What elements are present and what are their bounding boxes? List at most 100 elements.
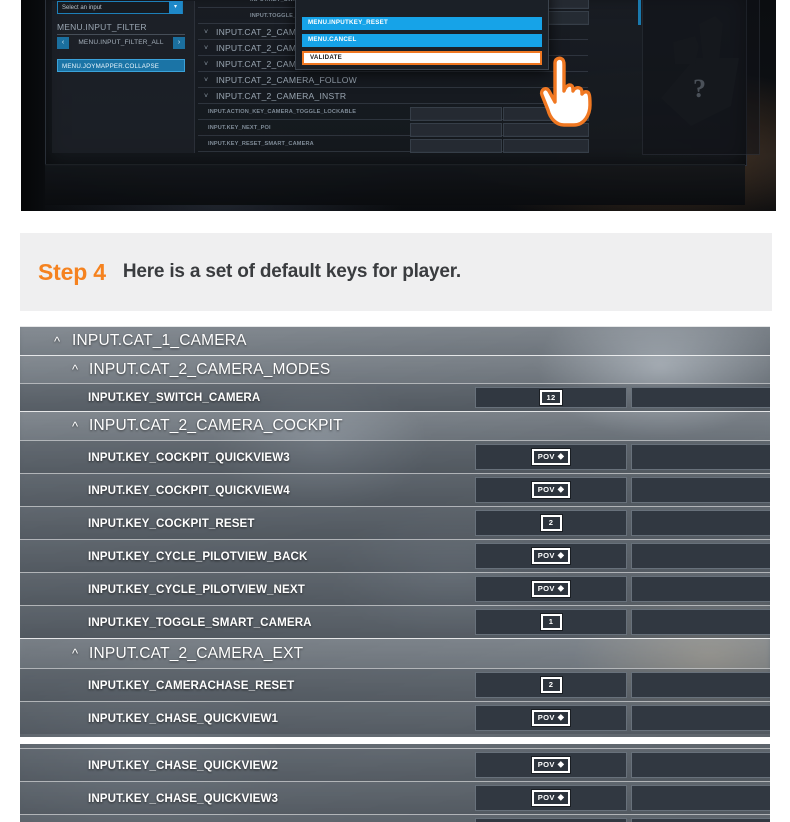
pov-arrow-icon: ◆: [557, 484, 565, 494]
binding-label: INPUT.KEY_TOGGLE_SMART_CAMERA: [88, 615, 312, 629]
binding-cell-primary[interactable]: POV ◆: [475, 576, 627, 602]
binding-cell-primary[interactable]: POV ◆: [475, 444, 627, 470]
pov-badge: POV ◆: [531, 790, 571, 806]
binding-row[interactable]: INPUT.KEY_CHASE_QUICKVIEW3 POV ◆: [20, 781, 770, 814]
pointing-hand-cursor-icon: [538, 55, 596, 127]
pov-arrow-icon: ◆: [557, 759, 565, 769]
binding-label: INPUT.KEY_COCKPIT_QUICKVIEW3: [88, 450, 290, 464]
category-row[interactable]: ^ INPUT.CAT_2_CAMERA_COCKPIT: [20, 411, 770, 440]
binding-row[interactable]: INPUT.KEY_COCKPIT_QUICKVIEW4 POV ◆: [20, 473, 770, 506]
pov-arrow-icon: ◆: [557, 451, 565, 461]
binding-row[interactable]: [20, 814, 770, 822]
popup-cancel-button[interactable]: MENU.CANCEL: [302, 34, 542, 47]
row-binding-cell-1[interactable]: [410, 106, 502, 121]
chevron-right-icon[interactable]: ›: [173, 37, 185, 49]
binding-cell-primary[interactable]: POV ◆: [475, 752, 627, 778]
step-description: Here is a set of default keys for player…: [122, 261, 461, 282]
step-number: Step 4: [38, 258, 106, 285]
pov-arrow-icon: ◆: [557, 712, 565, 722]
binding-cell-secondary[interactable]: [631, 576, 770, 602]
category-row[interactable]: ^ INPUT.CAT_1_CAMERA: [20, 326, 770, 355]
binding-cell-secondary[interactable]: [631, 510, 770, 536]
binding-label: INPUT.KEY_CYCLE_PILOTVIEW_NEXT: [88, 582, 305, 596]
binding-row[interactable]: INPUT.KEY_COCKPIT_QUICKVIEW3 POV ◆: [20, 440, 770, 473]
binding-label: INPUT.KEY_CYCLE_PILOTVIEW_BACK: [88, 549, 308, 563]
input-filter-stepper[interactable]: ‹ MENU.INPUT_FILTER_ALL ›: [57, 37, 185, 49]
step-banner: Step 4 Here is a set of default keys for…: [20, 233, 772, 311]
input-select[interactable]: Select an input ▾: [57, 1, 183, 14]
binding-cell-primary[interactable]: POV ◆: [475, 705, 627, 731]
key-badge: 12: [540, 389, 562, 406]
pov-badge: POV ◆: [531, 548, 571, 564]
binding-cell-primary[interactable]: POV ◆: [475, 543, 627, 569]
joymapper-collapse-button[interactable]: MENU.JOYMAPPER.COLLAPSE: [57, 59, 185, 72]
row-label: INPUT.ACTION_KEY_CAMERA_TOGGLE_LOCKABLE: [208, 109, 357, 115]
binding-row[interactable]: INPUT.KEY_CYCLE_PILOTVIEW_NEXT POV ◆: [20, 572, 770, 605]
key-bindings-panel: ^ INPUT.CAT_1_CAMERA ^ INPUT.CAT_2_CAMER…: [20, 326, 770, 737]
pov-badge-text: POV: [537, 760, 555, 770]
binding-cell-secondary[interactable]: [631, 543, 770, 569]
popup-validate-button[interactable]: VALIDATE: [302, 51, 542, 65]
list-item[interactable]: ˅ INPUT.CAT_2_CAMERA_INSTR: [198, 89, 588, 105]
binding-cell-primary[interactable]: 1: [475, 609, 627, 635]
chevron-up-icon[interactable]: ^: [68, 356, 82, 383]
chevron-up-icon[interactable]: ^: [68, 412, 82, 440]
binding-cell-primary[interactable]: POV ◆: [475, 477, 627, 503]
binding-row[interactable]: INPUT.KEY_CHASE_QUICKVIEW1 POV ◆: [20, 701, 770, 734]
binding-cell-primary[interactable]: 2: [475, 672, 627, 698]
binding-cell-primary[interactable]: POV ◆: [475, 785, 627, 811]
binding-label: INPUT.KEY_CHASE_QUICKVIEW1: [88, 711, 279, 725]
binding-cell-primary[interactable]: 2: [475, 510, 627, 536]
row-label: INPUT.KEY_RESET_SMART_CAMERA: [208, 141, 314, 147]
list-item[interactable]: INPUT.ACTION_KEY_CAMERA_TOGGLE_LOCKABLE: [198, 105, 589, 121]
binding-cell-secondary[interactable]: [631, 705, 770, 731]
key-badge: 2: [540, 515, 562, 531]
category-label: INPUT.CAT_2_CAMERA_MODES: [89, 360, 331, 378]
row-binding-cell-1[interactable]: [410, 138, 502, 153]
pov-badge-text: POV: [537, 793, 555, 803]
binding-cell-secondary[interactable]: [631, 444, 770, 470]
pov-arrow-icon: ◆: [557, 550, 565, 560]
game-screenshot: Select an input ▾ MENU.INPUT_FILTER ‹ ME…: [21, 0, 776, 211]
category-row[interactable]: ^ INPUT.CAT_2_CAMERA_EXT: [20, 638, 770, 668]
binding-cell-secondary[interactable]: [631, 818, 770, 822]
popup-reset-button[interactable]: MENU.INPUTKEY_RESET: [302, 17, 542, 30]
category-row[interactable]: ^ INPUT.CAT_2_CAMERA_MODES: [20, 355, 770, 383]
binding-cell-primary[interactable]: [475, 818, 627, 822]
binding-cell-secondary[interactable]: [631, 672, 770, 698]
list-item[interactable]: ˅ INPUT.CAT_2_CAMERA_FOLLOW: [198, 73, 588, 89]
binding-cell-secondary[interactable]: [631, 387, 770, 408]
binding-row[interactable]: INPUT.KEY_COCKPIT_RESET 2: [20, 506, 770, 539]
row-binding-cell-2[interactable]: [503, 138, 589, 153]
chevron-up-icon[interactable]: ^: [68, 639, 82, 668]
pov-badge: POV ◆: [531, 482, 571, 498]
pov-arrow-icon: ◆: [557, 792, 565, 802]
key-badge: 2: [540, 677, 562, 693]
pov-arrow-icon: ◆: [557, 583, 565, 593]
binding-cell-secondary[interactable]: [631, 609, 770, 635]
chevron-up-icon[interactable]: ^: [50, 327, 64, 355]
category-label: INPUT.CAT_2_CAMERA_COCKPIT: [89, 417, 343, 434]
tutorial-page: Select an input ▾ MENU.INPUT_FILTER ‹ ME…: [0, 0, 790, 822]
binding-cell-secondary[interactable]: [631, 752, 770, 778]
row-binding-cell-1[interactable]: [410, 122, 502, 137]
binding-row[interactable]: INPUT.KEY_CAMERACHASE_RESET 2: [20, 668, 770, 701]
binding-row[interactable]: INPUT.KEY_SWITCH_CAMERA 12: [20, 383, 770, 411]
binding-row[interactable]: INPUT.KEY_CHASE_QUICKVIEW2 POV ◆: [20, 748, 770, 781]
list-item[interactable]: INPUT.KEY_RESET_SMART_CAMERA: [198, 137, 589, 153]
list-item[interactable]: INPUT.KEY_NEXT_POI: [198, 121, 589, 137]
input-select-value: Select an input: [62, 5, 102, 11]
pov-badge-text: POV: [537, 713, 555, 723]
pov-badge: POV ◆: [531, 581, 571, 597]
binding-cell-secondary[interactable]: [631, 785, 770, 811]
binding-label: INPUT.KEY_CHASE_QUICKVIEW3: [88, 791, 279, 805]
category-label: INPUT.CAT_2_CAMERA_EXT: [89, 644, 304, 662]
binding-row[interactable]: INPUT.KEY_CYCLE_PILOTVIEW_BACK POV ◆: [20, 539, 770, 572]
scroll-rail[interactable]: [638, 0, 641, 25]
binding-cell-secondary[interactable]: [631, 477, 770, 503]
binding-label: INPUT.KEY_CHASE_QUICKVIEW2: [88, 758, 279, 772]
binding-row[interactable]: INPUT.KEY_TOGGLE_SMART_CAMERA 1: [20, 605, 770, 638]
pov-badge-text: POV: [537, 551, 555, 561]
screenshot-bottom-bar: [45, 164, 745, 205]
binding-cell-primary[interactable]: 12: [475, 387, 627, 408]
